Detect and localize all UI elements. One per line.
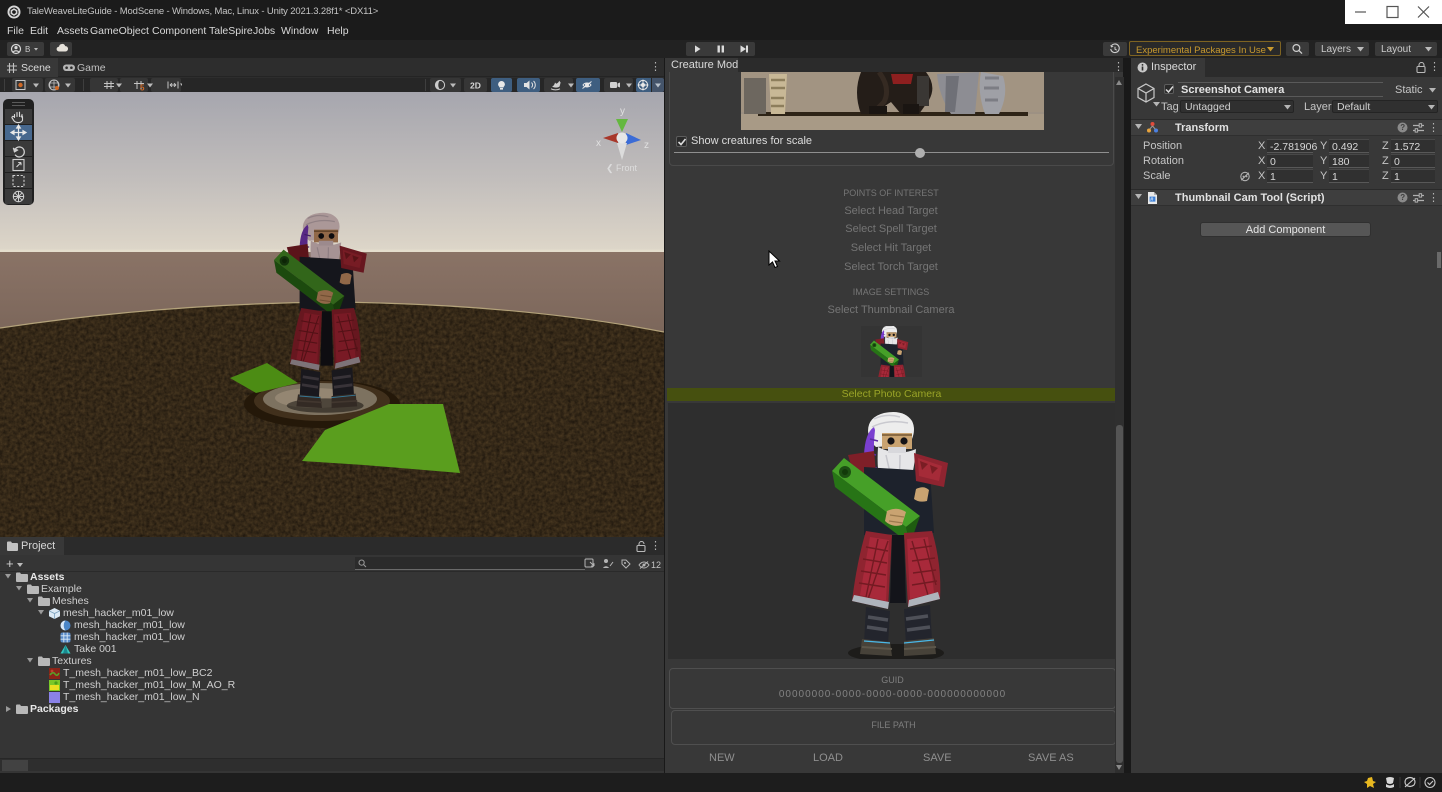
svg-text:y: y — [620, 106, 625, 117]
svg-text:❮ Front: ❮ Front — [606, 163, 638, 174]
svg-text:?: ? — [1400, 193, 1405, 202]
svg-text:5: 5 — [140, 84, 145, 93]
svg-text:12: 12 — [651, 560, 661, 570]
svg-text:B: B — [25, 45, 30, 54]
svg-text:?: ? — [1400, 123, 1405, 132]
svg-text:z: z — [644, 140, 649, 151]
svg-text:x: x — [596, 138, 601, 149]
svg-text:2D: 2D — [470, 81, 481, 91]
